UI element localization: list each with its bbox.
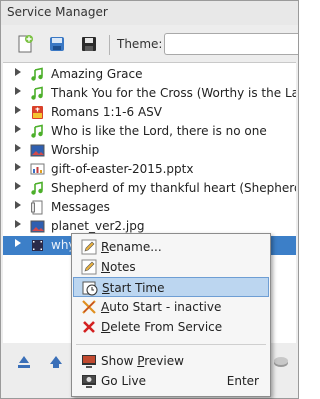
live-icon xyxy=(82,375,96,388)
list-item[interactable]: Amazing Grace xyxy=(3,65,296,84)
theme-label: Theme: xyxy=(117,37,163,51)
service-manager-window: Service Manager Theme: Amazing Grace Tha… xyxy=(0,0,299,399)
floppy-save-icon xyxy=(82,37,96,51)
new-service-button[interactable] xyxy=(15,34,35,54)
new-document-icon xyxy=(18,35,33,53)
expand-arrow-icon[interactable] xyxy=(15,125,21,133)
list-item-label: Amazing Grace xyxy=(51,67,143,81)
window-title: Service Manager xyxy=(7,5,108,19)
expand-arrow-icon[interactable] xyxy=(15,163,21,171)
song-icon xyxy=(31,67,43,81)
live-icon[interactable] xyxy=(273,354,289,370)
list-item-label: planet_ver2.jpg xyxy=(51,219,145,233)
pencil-icon xyxy=(81,239,97,255)
menu-item-label: ename... xyxy=(108,240,162,254)
expand-arrow-icon[interactable] xyxy=(15,201,21,209)
delete-x-icon xyxy=(83,321,95,333)
toolbar: Theme: xyxy=(1,29,298,59)
list-item-label: Thank You for the Cross (Worthy is the L… xyxy=(51,86,296,100)
presentation-icon xyxy=(30,163,45,175)
list-item-label: Shepherd of my thankful heart (Shepherd … xyxy=(51,181,296,195)
expand-arrow-icon[interactable] xyxy=(15,182,21,190)
expand-arrow-icon[interactable] xyxy=(15,87,21,95)
menu-accel: N xyxy=(101,260,110,274)
list-item-label: Worship xyxy=(51,143,100,157)
toolbar-separator xyxy=(109,35,110,55)
clock-icon xyxy=(82,281,98,296)
expand-arrow-icon[interactable] xyxy=(15,239,21,247)
list-item[interactable]: Messages xyxy=(3,198,296,217)
expand-arrow-icon[interactable] xyxy=(15,68,21,76)
song-icon xyxy=(31,124,43,138)
list-item-label: gift-of-easter-2015.pptx xyxy=(51,162,194,176)
menu-item-label: uto Start - inactive xyxy=(109,300,222,314)
preview-icon xyxy=(82,355,96,368)
image-icon xyxy=(30,144,45,157)
menu-item-show-preview[interactable]: Show Preview xyxy=(73,351,269,371)
menu-item-label: tart Time xyxy=(109,281,165,295)
list-item[interactable]: Worship xyxy=(3,141,296,160)
menu-item-label: elete From Service xyxy=(110,320,223,334)
list-item[interactable]: gift-of-easter-2015.pptx xyxy=(3,160,296,179)
song-icon xyxy=(31,86,43,100)
save-service-button[interactable] xyxy=(79,34,99,54)
menu-item-notes[interactable]: Notes xyxy=(73,257,269,277)
menu-item-go-live[interactable]: Go Live Enter xyxy=(73,371,269,391)
list-item[interactable]: Thank You for the Cross (Worthy is the L… xyxy=(3,84,296,103)
custom-slide-icon xyxy=(31,200,43,215)
expand-arrow-icon[interactable] xyxy=(15,106,21,114)
move-top-icon[interactable] xyxy=(16,354,32,370)
song-icon xyxy=(31,181,43,195)
list-item[interactable]: Who is like the Lord, there is no one xyxy=(3,122,296,141)
bible-icon xyxy=(32,106,43,119)
list-item-label: Romans 1:1-6 ASV xyxy=(51,105,162,119)
media-icon xyxy=(32,240,43,251)
menu-accel: A xyxy=(101,300,110,314)
menu-item-delete[interactable]: Delete From Service xyxy=(73,317,269,337)
menu-item-label: otes xyxy=(109,260,136,274)
move-up-icon[interactable] xyxy=(48,354,64,370)
menu-item-label-prefix: Show xyxy=(101,354,138,368)
context-menu: Rename... Notes Start Time Auto Start - … xyxy=(71,233,271,397)
list-item-label: Messages xyxy=(51,200,110,214)
title-bar: Service Manager xyxy=(1,1,298,25)
pencil-icon xyxy=(81,259,97,275)
menu-accel: D xyxy=(101,320,111,334)
menu-item-label: review xyxy=(144,354,184,368)
menu-item-label: Go Live xyxy=(101,374,146,388)
menu-item-auto-start[interactable]: Auto Start - inactive xyxy=(73,297,269,317)
menu-separator xyxy=(76,344,266,345)
menu-accel: R xyxy=(101,240,109,254)
menu-item-start-time[interactable]: Start Time xyxy=(73,277,269,297)
expand-arrow-icon[interactable] xyxy=(15,220,21,228)
menu-shortcut: Enter xyxy=(226,374,259,388)
list-item[interactable]: Romans 1:1-6 ASV xyxy=(3,103,296,122)
open-service-button[interactable] xyxy=(47,34,67,54)
expand-arrow-icon[interactable] xyxy=(15,144,21,152)
menu-accel: S xyxy=(102,281,110,295)
open-file-icon xyxy=(50,37,64,51)
list-item[interactable]: Shepherd of my thankful heart (Shepherd … xyxy=(3,179,296,198)
theme-select[interactable] xyxy=(164,33,298,55)
image-icon xyxy=(30,220,45,233)
menu-item-rename[interactable]: Rename... xyxy=(73,237,269,257)
auto-start-icon xyxy=(82,300,96,314)
list-item-label: Who is like the Lord, there is no one xyxy=(51,124,267,138)
